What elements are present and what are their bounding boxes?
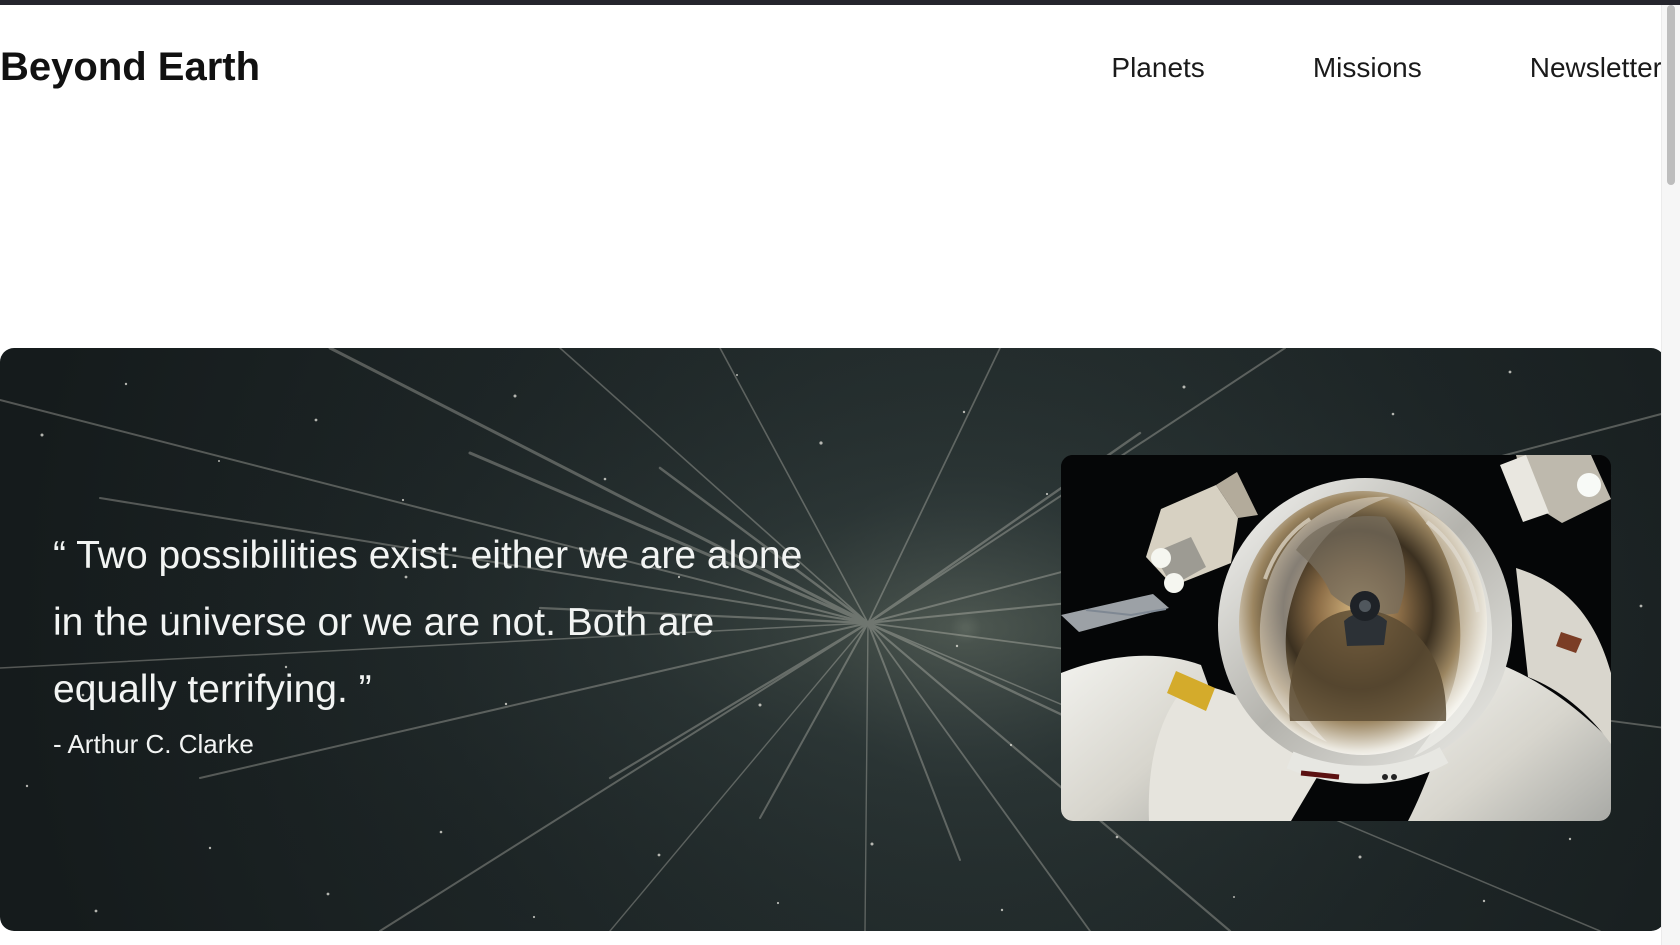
page: Beyond Earth Planets Missions Newsletter xyxy=(0,5,1662,945)
quote-author: - Arthur C. Clarke xyxy=(53,729,254,759)
nav-link-missions[interactable]: Missions xyxy=(1313,52,1422,84)
site-logo-text[interactable]: Beyond Earth xyxy=(0,45,260,90)
main-navigation: Planets Missions Newsletter xyxy=(1111,52,1662,84)
scrollbar-thumb[interactable] xyxy=(1667,5,1675,185)
quote-block: “ Two possibilities exist: either we are… xyxy=(53,522,823,759)
astronaut-photo xyxy=(1061,455,1611,821)
nav-link-newsletter[interactable]: Newsletter xyxy=(1530,52,1662,84)
astronaut-image xyxy=(1061,455,1611,821)
quote-text: “ Two possibilities exist: either we are… xyxy=(53,534,803,711)
nav-link-planets[interactable]: Planets xyxy=(1111,52,1204,84)
site-header: Beyond Earth Planets Missions Newsletter xyxy=(0,5,1662,135)
page-scrollbar[interactable] xyxy=(1661,5,1680,945)
quote-hero-section: “ Two possibilities exist: either we are… xyxy=(0,348,1662,931)
